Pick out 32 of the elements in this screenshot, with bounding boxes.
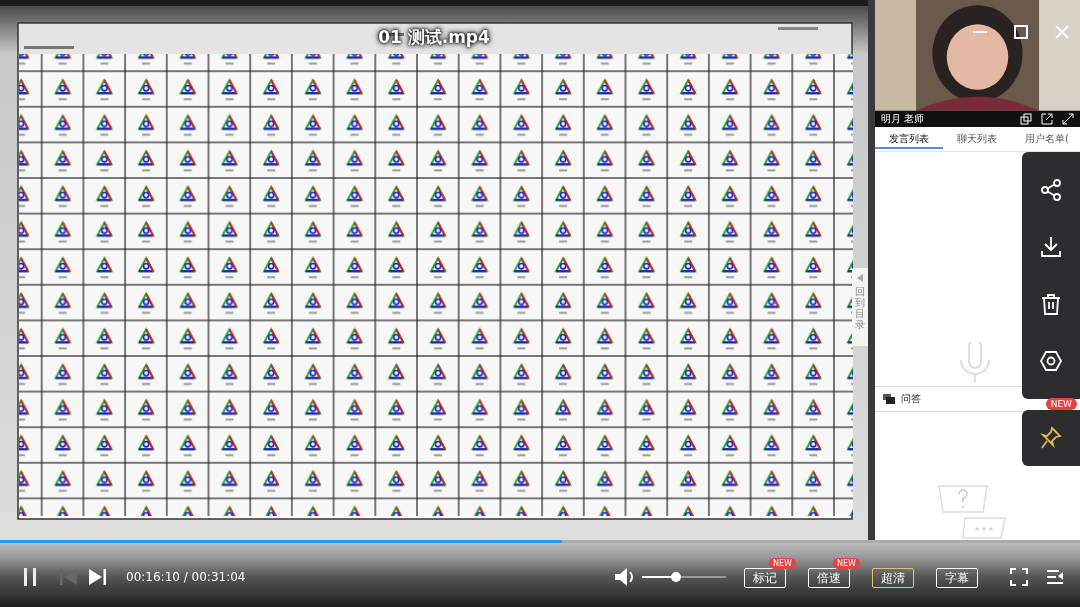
- pin-button[interactable]: [1022, 410, 1080, 466]
- new-badge: NEW: [1045, 398, 1077, 410]
- arrow-icon: [857, 274, 863, 282]
- volume-icon[interactable]: [614, 567, 636, 587]
- player-button[interactable]: 超清: [872, 567, 914, 588]
- trash-icon[interactable]: [1039, 291, 1063, 316]
- fullscreen-icon[interactable]: [1010, 568, 1028, 586]
- pause-icon[interactable]: [22, 568, 38, 586]
- expand-icon[interactable]: [1062, 112, 1074, 125]
- playlist-icon[interactable]: [1046, 568, 1064, 586]
- presenter-name: 明月 老师: [881, 111, 925, 126]
- pin-icon: [1040, 426, 1062, 450]
- new-badge: NEW: [769, 557, 796, 569]
- qa-label[interactable]: 问答: [901, 392, 921, 406]
- popout-icon[interactable]: [1041, 112, 1053, 125]
- next-icon[interactable]: [88, 569, 106, 585]
- tab[interactable]: 聊天列表: [943, 127, 1011, 149]
- player-button[interactable]: 字幕: [936, 567, 978, 588]
- side-tab[interactable]: 回到目录: [852, 268, 868, 346]
- window-icon[interactable]: [1020, 112, 1032, 125]
- download-icon[interactable]: [1039, 235, 1063, 260]
- message-bubble-icon: [959, 516, 1007, 540]
- playback-time: 00:16:10 / 00:31:04: [126, 570, 246, 584]
- hexagon-ring-icon[interactable]: [1039, 348, 1063, 373]
- maximize-icon[interactable]: [1013, 24, 1029, 40]
- new-badge: NEW: [833, 557, 860, 569]
- question-bubble-icon: [937, 484, 989, 514]
- video-title: 01 测试.mp4: [378, 27, 490, 47]
- tab[interactable]: 用户名单(: [1011, 127, 1080, 149]
- tab[interactable]: 发言列表: [875, 127, 943, 149]
- chat-icon: [883, 394, 895, 404]
- share-icon[interactable]: [1039, 178, 1063, 203]
